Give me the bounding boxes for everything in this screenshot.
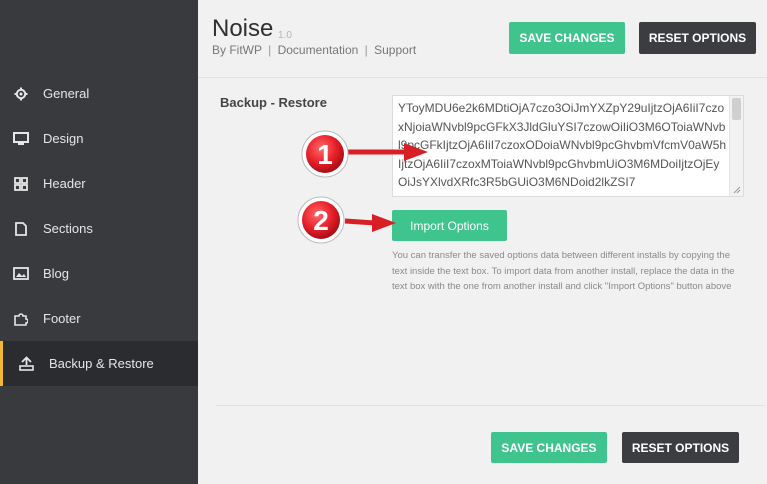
sidebar-item-label: Sections	[43, 221, 93, 236]
documentation-link[interactable]: Documentation	[278, 43, 359, 57]
sidebar-item-label: Header	[43, 176, 86, 191]
sidebar-item-label: Footer	[43, 311, 81, 326]
monitor-icon	[13, 131, 29, 147]
byline: By FitWP | Documentation | Support	[212, 43, 416, 57]
main-panel: Noise 1.0 By FitWP | Documentation | Sup…	[198, 0, 767, 484]
gear-icon	[13, 86, 29, 102]
sidebar: General Design Header Sections Blog Foot…	[0, 0, 198, 484]
sidebar-item-label: Backup & Restore	[49, 356, 154, 371]
page-title: Noise	[212, 15, 274, 42]
author-label: By FitWP	[212, 43, 262, 57]
scrollbar-thumb[interactable]	[732, 98, 741, 120]
backup-icon	[18, 356, 34, 372]
backup-data-textarea[interactable]: YToyMDU6e2k6MDtiOjA7czo3OiJmYXZpY29uIjtz…	[392, 95, 744, 197]
help-text: You can transfer the saved options data …	[392, 250, 735, 292]
sidebar-item-footer[interactable]: Footer	[0, 296, 198, 341]
backup-restore-label: Backup - Restore	[220, 95, 327, 110]
puzzle-icon	[13, 311, 29, 327]
sidebar-item-label: Design	[43, 131, 84, 146]
sidebar-item-sections[interactable]: Sections	[0, 206, 198, 251]
sidebar-item-blog[interactable]: Blog	[0, 251, 198, 296]
divider	[216, 405, 765, 406]
save-changes-button-bottom[interactable]: SAVE CHANGES	[491, 432, 607, 463]
sidebar-item-label: General	[43, 86, 90, 101]
sidebar-item-design[interactable]: Design	[0, 116, 198, 161]
divider	[198, 77, 767, 78]
document-icon	[13, 221, 29, 237]
sidebar-item-general[interactable]: General	[0, 71, 198, 116]
reset-options-button-top[interactable]: RESET OPTIONS	[639, 22, 756, 54]
grid-icon	[13, 176, 29, 192]
resize-grip-icon[interactable]	[732, 185, 742, 195]
separator: |	[364, 43, 368, 57]
support-link[interactable]: Support	[374, 43, 416, 57]
textarea-scrollbar[interactable]	[729, 96, 743, 196]
import-options-button[interactable]: Import Options	[392, 210, 507, 241]
version-label: 1.0	[278, 30, 292, 41]
reset-options-button-bottom[interactable]: RESET OPTIONS	[622, 432, 739, 463]
sidebar-item-label: Blog	[43, 266, 70, 281]
image-icon	[13, 266, 29, 282]
backup-data-text: YToyMDU6e2k6MDtiOjA7czo3OiJmYXZpY29uIjtz…	[398, 101, 727, 189]
save-changes-button-top[interactable]: SAVE CHANGES	[509, 22, 625, 54]
sidebar-item-header[interactable]: Header	[0, 161, 198, 206]
separator: |	[268, 43, 272, 57]
sidebar-item-backup-restore[interactable]: Backup & Restore	[0, 341, 198, 386]
